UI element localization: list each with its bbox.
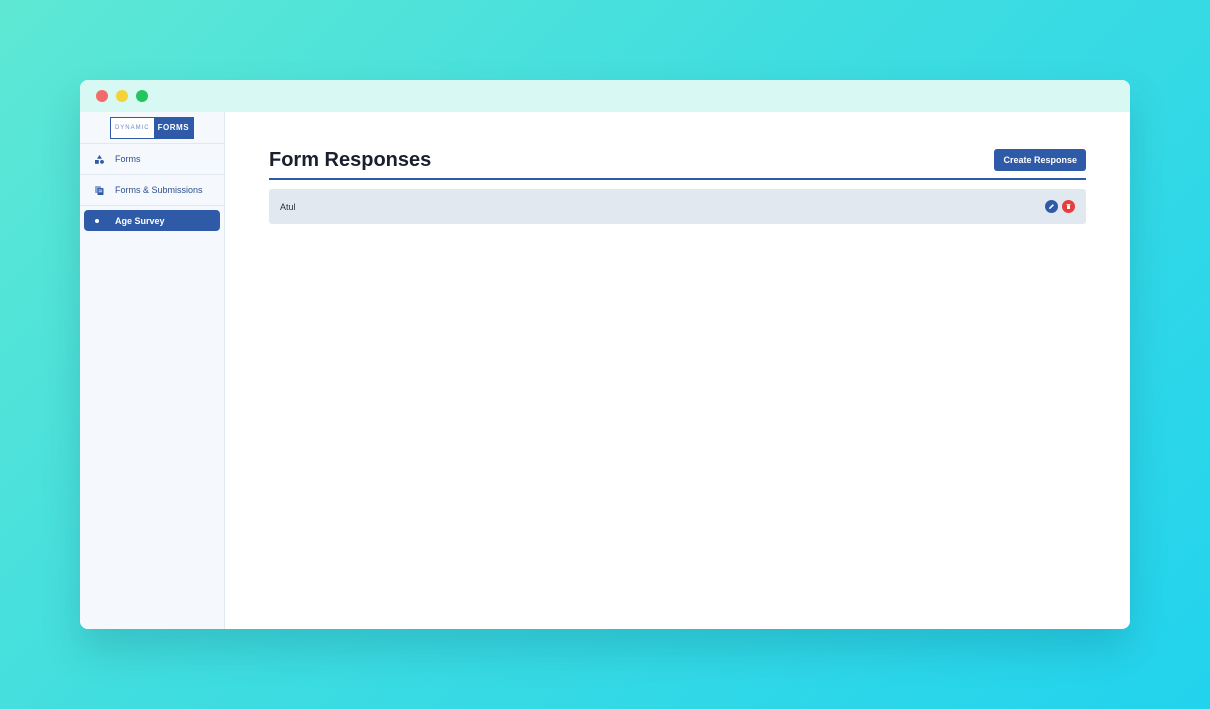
sidebar-item-label: Forms <box>115 154 141 164</box>
bullet-icon <box>95 218 115 223</box>
minimize-window-button[interactable] <box>116 90 128 102</box>
title-bar <box>80 80 1130 112</box>
logo-text-left: DYNAMIC <box>114 124 150 131</box>
page-header: Form Responses Create Response <box>269 148 1086 180</box>
sidebar-item-age-survey[interactable]: Age Survey <box>84 210 220 231</box>
sidebar-item-label: Age Survey <box>115 215 165 226</box>
sidebar-item-label: Forms & Submissions <box>115 185 203 195</box>
logo-container: DYNAMIC FORMS <box>80 112 224 144</box>
documents-icon <box>95 185 115 195</box>
sidebar-item-forms[interactable]: Forms <box>80 144 224 175</box>
delete-icon[interactable] <box>1062 200 1075 213</box>
row-actions <box>1045 200 1075 213</box>
shapes-icon <box>95 154 115 164</box>
edit-icon[interactable] <box>1045 200 1058 213</box>
page-title: Form Responses <box>269 148 432 171</box>
close-window-button[interactable] <box>96 90 108 102</box>
maximize-window-button[interactable] <box>136 90 148 102</box>
logo-text-right: FORMS <box>153 117 194 138</box>
response-name: Atul <box>280 201 296 212</box>
app-window: DYNAMIC FORMS Forms Forms & Submissions … <box>80 80 1130 629</box>
create-response-button[interactable]: Create Response <box>994 149 1086 171</box>
app-logo[interactable]: DYNAMIC FORMS <box>109 116 195 139</box>
response-row[interactable]: Atul <box>269 189 1086 224</box>
sidebar: DYNAMIC FORMS Forms Forms & Submissions … <box>80 112 225 629</box>
sidebar-item-forms-submissions[interactable]: Forms & Submissions <box>80 175 224 206</box>
main-content: Form Responses Create Response Atul <box>225 112 1130 629</box>
